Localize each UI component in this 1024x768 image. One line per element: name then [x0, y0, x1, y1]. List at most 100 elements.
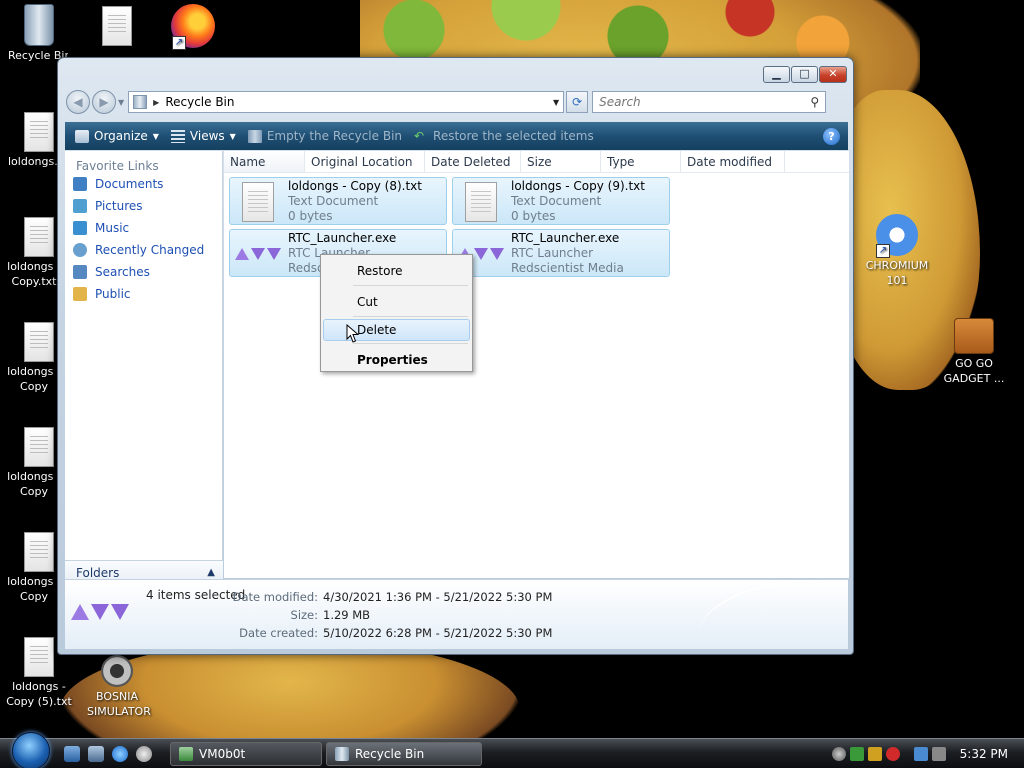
address-dropdown-icon[interactable]: ▼ [553, 98, 559, 107]
mouse-cursor-icon [346, 324, 360, 343]
menu-item-properties[interactable]: Properties [323, 346, 470, 372]
column-header-size[interactable]: Size [521, 151, 601, 172]
desktop-icon-label: loldongs - Copy (5).txt [6, 680, 72, 708]
file-detail: 0 bytes [288, 208, 333, 223]
menu-item-restore[interactable]: Restore [323, 257, 470, 283]
recycle-bin-icon [247, 129, 262, 143]
recycle-bin-icon [335, 746, 349, 761]
tray-app-icon[interactable] [831, 746, 846, 761]
text-document-icon [102, 6, 132, 46]
desktop-icon-recycle-bin[interactable]: Recycle Bin [0, 4, 78, 63]
text-document-icon [24, 532, 54, 572]
taskbar-clock[interactable]: 5:32 PM [960, 747, 1008, 761]
maximize-button[interactable]: □ [791, 66, 818, 83]
tray-error-icon[interactable] [885, 746, 900, 761]
column-headers: Name Original Location Date Deleted Size… [224, 151, 849, 173]
volume-muted-icon[interactable] [931, 746, 946, 761]
desktop-icon-label: loldongs - Copy (2).txt [7, 365, 61, 393]
desktop-icon-label: loldongs.txt [8, 155, 64, 168]
text-document-icon [24, 322, 54, 362]
show-desktop-icon[interactable] [64, 745, 80, 762]
start-button[interactable] [12, 731, 50, 768]
minimize-button[interactable]: ▁ [763, 66, 790, 83]
detail-label: Date created: [239, 626, 318, 640]
desktop-icon-bosnia-simulator[interactable]: BOSNIA SIMULATOR [78, 655, 156, 719]
menu-item-cut[interactable]: Cut [323, 288, 470, 314]
restore-selected-button[interactable]: ↶ Restore the selected items [408, 122, 600, 150]
address-row: ◀ ▶ ▼ ▶ Recycle Bin ▼ ⟳ ⚲ [66, 89, 847, 115]
column-header-original-location[interactable]: Original Location [305, 151, 425, 172]
breadcrumb-location[interactable]: Recycle Bin [165, 95, 547, 109]
tray-network-icon[interactable] [849, 746, 864, 761]
context-menu: Restore Cut Delete Properties [320, 254, 473, 372]
quick-launch [64, 745, 152, 762]
taskbar-button-vm0b0t[interactable]: VM0b0t [170, 741, 322, 766]
file-name: loldongs - Copy (9).txt [511, 178, 645, 193]
details-pane: 4 items selected Date modified: 4/30/202… [65, 567, 848, 663]
back-arrow-icon: ◀ [73, 95, 83, 109]
media-player-icon[interactable] [136, 745, 152, 762]
nav-item-documents[interactable]: Documents [65, 173, 222, 195]
nav-item-music[interactable]: Music [65, 217, 222, 239]
organize-button[interactable]: Organize ▼ [69, 122, 165, 150]
empty-recycle-bin-button[interactable]: Empty the Recycle Bin [242, 122, 408, 150]
detail-row: Date modified: 4/30/2021 1:36 PM - 5/21/… [225, 588, 553, 606]
rtc-launcher-icon [71, 598, 129, 638]
column-header-date-modified[interactable]: Date modified [681, 151, 785, 172]
search-input[interactable] [599, 95, 811, 109]
desktop-icon-text-file[interactable] [78, 6, 156, 48]
address-bar[interactable]: ▶ Recycle Bin ▼ [128, 91, 565, 113]
nav-item-public[interactable]: Public [65, 283, 222, 305]
tray-connection-icon[interactable] [913, 746, 928, 761]
close-button[interactable]: ✕ [819, 66, 847, 83]
recycle-bin-icon [24, 4, 54, 46]
nav-item-recently-changed[interactable]: Recently Changed [65, 239, 222, 261]
folders-label: Folders [76, 565, 120, 580]
switch-windows-icon[interactable] [88, 745, 104, 762]
rtc-launcher-icon [234, 233, 282, 275]
help-button[interactable]: ? [823, 127, 840, 145]
text-document-icon [24, 637, 54, 677]
nav-item-searches[interactable]: Searches [65, 261, 222, 283]
taskbar-button-recycle-bin[interactable]: Recycle Bin [326, 741, 482, 766]
back-button[interactable]: ◀ [66, 90, 90, 114]
file-tile[interactable]: RTC_Launcher.exe RTC Launcher Redscienti… [452, 229, 670, 277]
recent-pages-dropdown-icon[interactable]: ▼ [118, 98, 124, 107]
search-icon[interactable]: ⚲ [810, 95, 819, 109]
public-folder-icon [73, 287, 87, 301]
detail-value: 1.29 MB [323, 608, 371, 622]
refresh-button[interactable]: ⟳ [566, 91, 589, 113]
desktop-icon-go-go-gadget[interactable]: GO GO GADGET ... [935, 312, 1013, 386]
file-type: Text Document [288, 193, 379, 208]
text-document-icon [24, 112, 54, 152]
nav-item-pictures[interactable]: Pictures [65, 195, 222, 217]
internet-explorer-icon[interactable] [112, 745, 128, 762]
desktop-icon-firefox[interactable]: ↗ [154, 4, 232, 50]
menu-separator [353, 343, 468, 344]
breadcrumb-arrow-icon[interactable]: ▶ [153, 98, 159, 107]
file-detail: 0 bytes [511, 208, 556, 223]
documents-icon [73, 177, 87, 191]
task-label: Recycle Bin [355, 746, 425, 761]
detail-label: Date modified: [232, 590, 318, 604]
navigation-pane: Favorite Links Documents Pictures Music … [65, 151, 223, 578]
column-header-date-deleted[interactable]: Date Deleted [425, 151, 521, 172]
file-tile[interactable]: loldongs - Copy (9).txt Text Document 0 … [452, 177, 670, 225]
desktop-icon-chromium[interactable]: ↗ CHROMIUM 101 [858, 214, 936, 288]
details-properties: Date modified: 4/30/2021 1:36 PM - 5/21/… [225, 588, 553, 642]
pictures-icon [73, 199, 87, 213]
music-icon [73, 221, 87, 235]
nav-item-label: Music [95, 221, 130, 235]
tray-security-icon[interactable] [867, 746, 882, 761]
refresh-icon: ⟳ [572, 95, 583, 109]
text-document-icon [234, 181, 282, 223]
forward-button[interactable]: ▶ [92, 90, 116, 114]
empty-recycle-bin-label: Empty the Recycle Bin [266, 129, 403, 143]
organize-label: Organize [94, 129, 148, 143]
file-type: RTC Launcher [511, 245, 594, 260]
file-tile[interactable]: loldongs - Copy (8).txt Text Document 0 … [229, 177, 447, 225]
column-header-name[interactable]: Name [224, 151, 305, 172]
desktop-icon-label: CHROMIUM 101 [865, 259, 929, 287]
column-header-type[interactable]: Type [601, 151, 681, 172]
views-button[interactable]: Views ▼ [165, 122, 242, 150]
